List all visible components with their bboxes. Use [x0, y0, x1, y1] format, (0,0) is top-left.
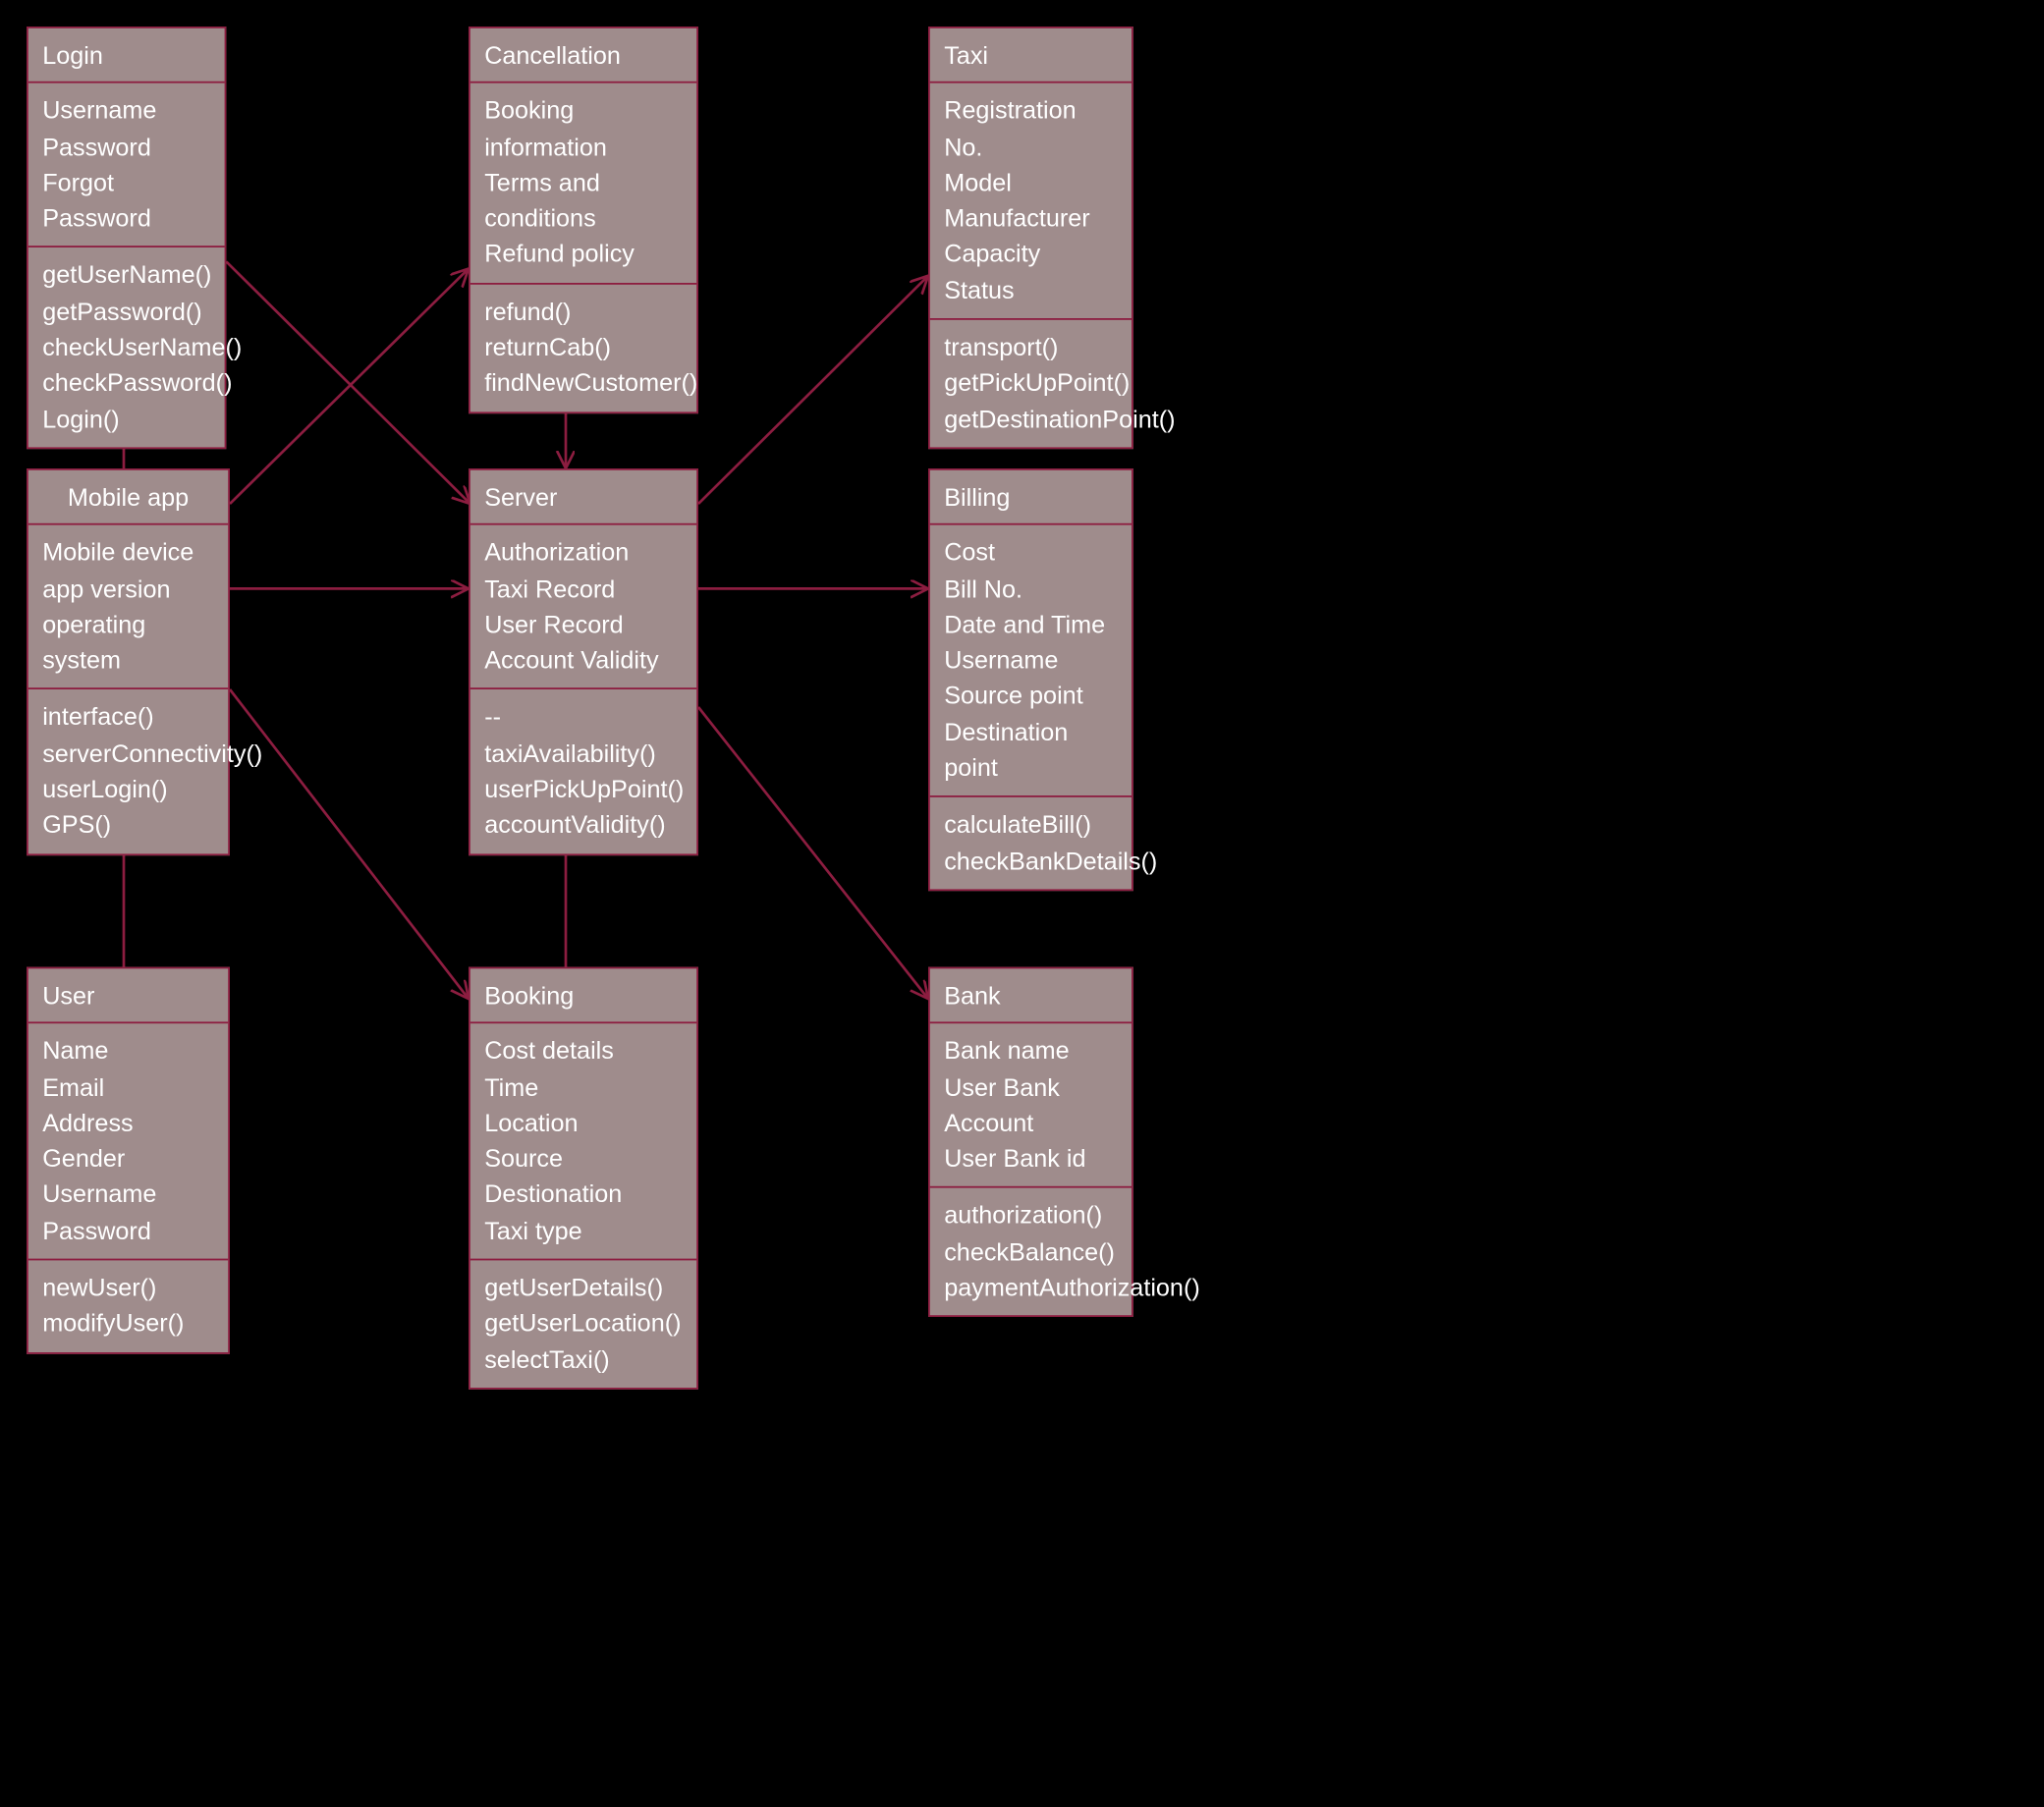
- op: interface(): [42, 699, 214, 736]
- attr: Location: [484, 1105, 683, 1141]
- class-title: Billing: [944, 482, 1010, 511]
- attr: Name: [42, 1033, 214, 1069]
- class-title: Mobile app: [68, 482, 189, 511]
- op: refund(): [484, 293, 683, 329]
- attr: Date and Time: [944, 606, 1117, 642]
- attr: User Bank Account: [944, 1068, 1117, 1140]
- class-title: Server: [484, 482, 557, 511]
- op: newUser(): [42, 1270, 214, 1306]
- attr: Destination point: [944, 714, 1117, 786]
- op: accountValidity(): [484, 806, 683, 843]
- class-billing: Billing Cost Bill No. Date and Time User…: [928, 468, 1133, 891]
- op: findNewCustomer(): [484, 364, 683, 401]
- attr: Taxi type: [484, 1212, 683, 1248]
- op: userPickUpPoint(): [484, 771, 683, 807]
- op: calculateBill(): [944, 806, 1117, 843]
- op: getPickUpPoint(): [944, 364, 1117, 401]
- attr: Status: [944, 272, 1117, 308]
- attr: Source: [484, 1140, 683, 1177]
- attr: Username: [42, 1177, 214, 1213]
- op: checkBankDetails(): [944, 843, 1117, 879]
- op: getPassword(): [42, 293, 210, 329]
- attr: Terms and conditions: [484, 164, 683, 236]
- attr: Source point: [944, 678, 1117, 714]
- attr: Password: [42, 1212, 214, 1248]
- attr: Mobile device: [42, 534, 214, 571]
- attr: Refund policy: [484, 236, 683, 272]
- op: --: [484, 699, 683, 736]
- attr: Email: [42, 1068, 214, 1105]
- class-booking: Booking Cost details Time Location Sourc…: [469, 967, 698, 1390]
- op: authorization(): [944, 1197, 1117, 1233]
- op: Login(): [42, 401, 210, 437]
- attr: User Bank id: [944, 1140, 1117, 1177]
- attr: Cost details: [484, 1033, 683, 1069]
- op: userLogin(): [42, 771, 214, 807]
- op: taxiAvailability(): [484, 735, 683, 771]
- class-title: Taxi: [944, 40, 988, 69]
- attr: User Record: [484, 606, 683, 642]
- op: getUserDetails(): [484, 1270, 683, 1306]
- attr: Forgot Password: [42, 164, 210, 236]
- class-taxi: Taxi Registration No. Model Manufacturer…: [928, 27, 1133, 449]
- op: serverConnectivity(): [42, 735, 214, 771]
- op: checkBalance(): [944, 1233, 1117, 1270]
- attr: Destionation: [484, 1177, 683, 1213]
- attr: Password: [42, 129, 210, 165]
- class-title: Cancellation: [484, 40, 621, 69]
- attr: Cost: [944, 534, 1117, 571]
- class-title: Bank: [944, 981, 1000, 1010]
- attr: Bill No.: [944, 571, 1117, 607]
- class-server: Server Authorization Taxi Record User Re…: [469, 468, 698, 855]
- attr: Registration No.: [944, 92, 1117, 164]
- attr: Username: [42, 92, 210, 129]
- attr: Taxi Record: [484, 571, 683, 607]
- op: GPS(): [42, 806, 214, 843]
- attr: Bank name: [944, 1033, 1117, 1069]
- attr: Manufacturer: [944, 200, 1117, 237]
- op: checkPassword(): [42, 364, 210, 401]
- attr: Model: [944, 164, 1117, 200]
- class-bank: Bank Bank name User Bank Account User Ba…: [928, 967, 1133, 1318]
- class-cancellation: Cancellation Booking information Terms a…: [469, 27, 698, 413]
- op: returnCab(): [484, 329, 683, 365]
- attr: Booking information: [484, 92, 683, 164]
- attr: Account Validity: [484, 642, 683, 679]
- op: getUserName(): [42, 257, 210, 294]
- op: getUserLocation(): [484, 1305, 683, 1342]
- class-login: Login Username Password Forgot Password …: [27, 27, 226, 449]
- op: paymentAuthorization(): [944, 1270, 1117, 1306]
- attr: Capacity: [944, 236, 1117, 272]
- class-title: Login: [42, 40, 103, 69]
- attr: app version: [42, 571, 214, 607]
- class-mobileapp: Mobile app Mobile device app version ope…: [27, 468, 230, 855]
- attr: Time: [484, 1068, 683, 1105]
- attr: Authorization: [484, 534, 683, 571]
- attr: operating system: [42, 606, 214, 678]
- attr: Address: [42, 1105, 214, 1141]
- class-user: User Name Email Address Gender Username …: [27, 967, 230, 1354]
- op: modifyUser(): [42, 1305, 214, 1342]
- attr: Gender: [42, 1140, 214, 1177]
- class-title: User: [42, 981, 94, 1010]
- attr: Username: [944, 642, 1117, 679]
- op: getDestinationPoint(): [944, 401, 1117, 437]
- op: checkUserName(): [42, 329, 210, 365]
- op: transport(): [944, 329, 1117, 365]
- class-title: Booking: [484, 981, 574, 1010]
- op: selectTaxi(): [484, 1342, 683, 1378]
